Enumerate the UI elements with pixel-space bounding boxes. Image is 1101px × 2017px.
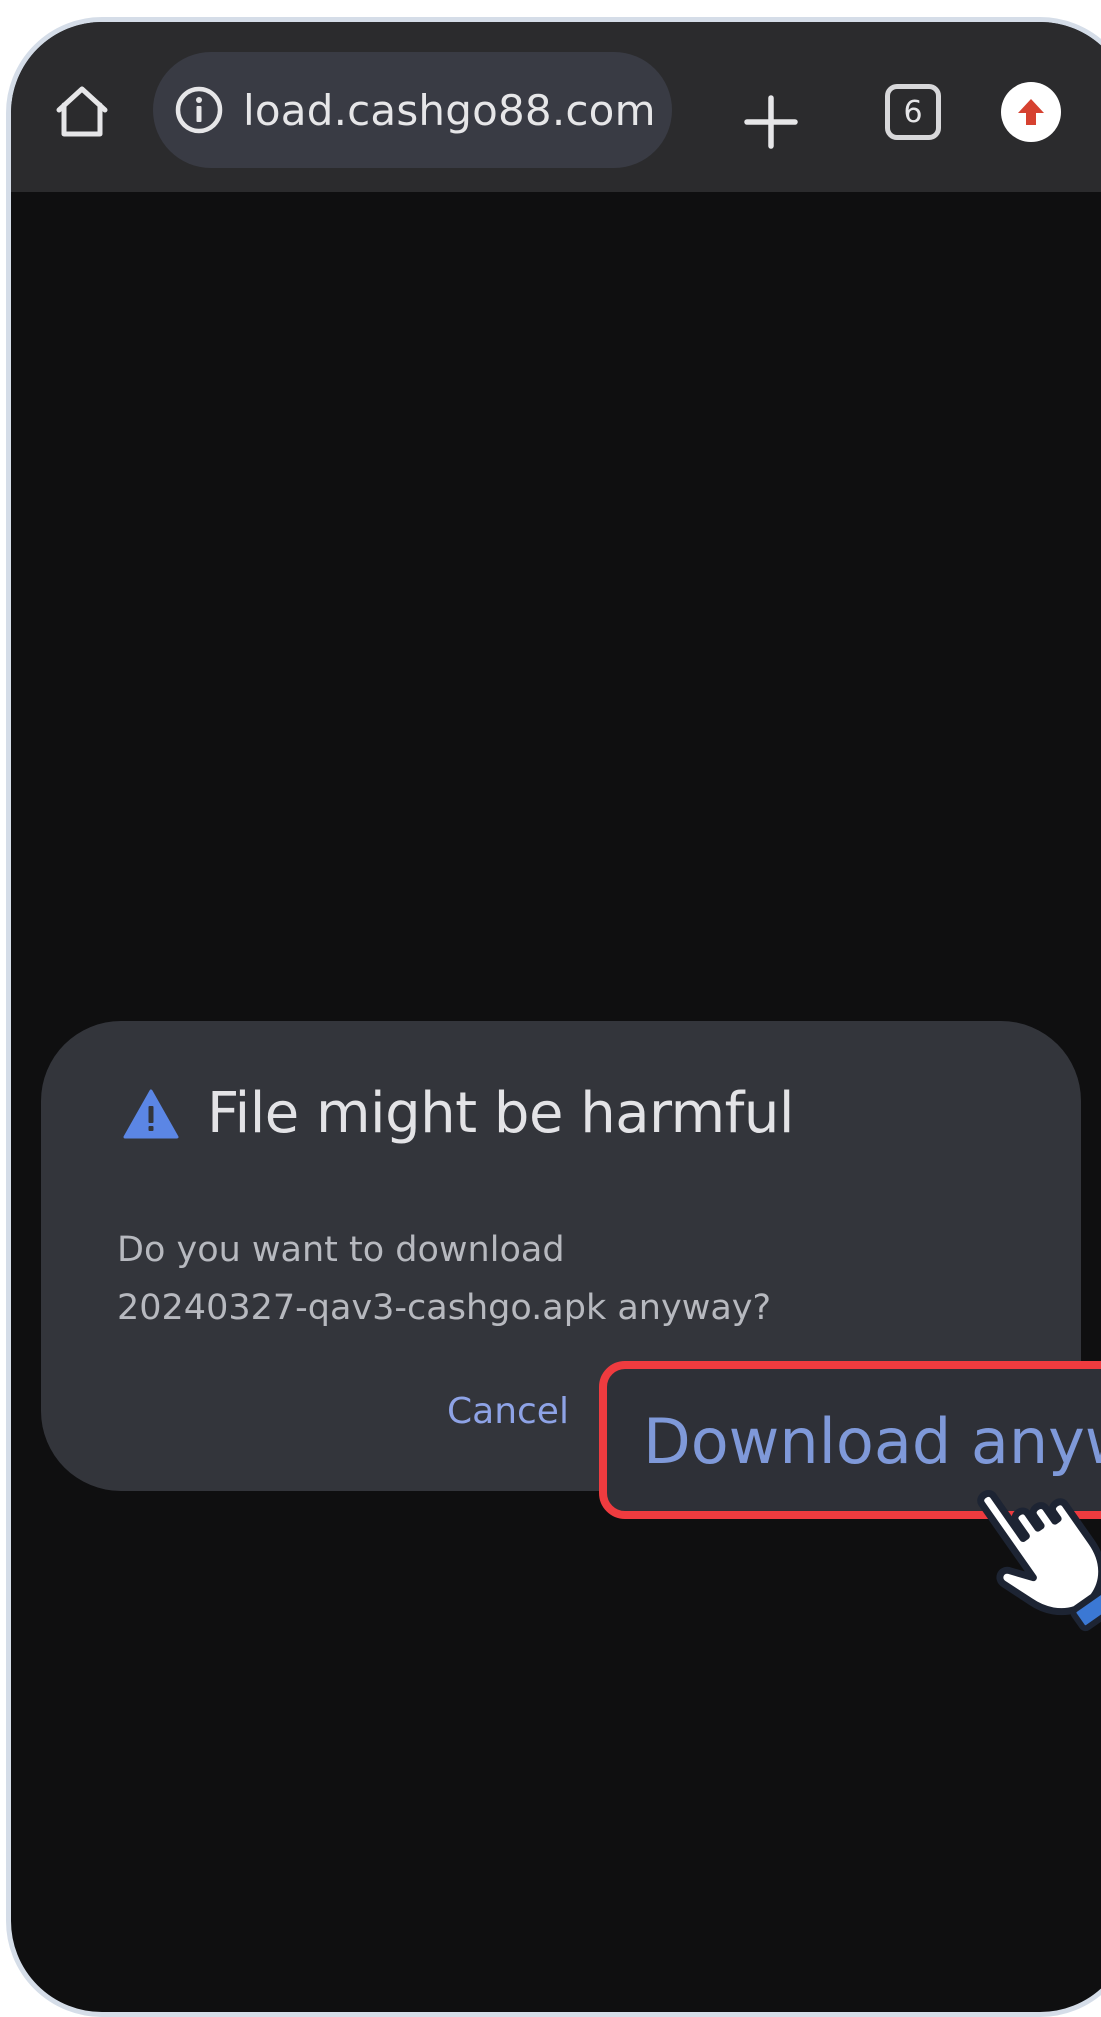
cancel-button[interactable]: Cancel [447,1391,569,1432]
dialog-header: File might be harmful [123,1081,794,1146]
update-button[interactable] [1001,82,1061,142]
warning-triangle-icon [123,1089,179,1138]
plus-icon [744,95,798,149]
hand-pointer-icon [977,1489,1101,1632]
url-text: load.cashgo88.com [243,85,656,135]
dialog-title: File might be harmful [207,1081,794,1146]
new-tab-button[interactable] [741,92,801,152]
tab-switcher-button[interactable]: 6 [885,84,941,140]
dialog-message-line-2: 20240327-qav3-cashgo.apk anyway? [117,1288,772,1328]
info-icon[interactable] [173,84,225,136]
tab-count: 6 [903,94,923,130]
phone-screen: load.cashgo88.com 6 File might be harmfu… [6,17,1101,2017]
home-button[interactable] [51,80,113,142]
dialog-message-line-1: Do you want to download [117,1230,565,1270]
dialog-message: Do you want to download 20240327-qav3-ca… [117,1221,1017,1337]
address-bar[interactable]: load.cashgo88.com [153,52,672,168]
update-arrow-icon [1018,99,1044,125]
browser-toolbar: load.cashgo88.com 6 [11,22,1101,192]
home-icon [56,86,108,137]
